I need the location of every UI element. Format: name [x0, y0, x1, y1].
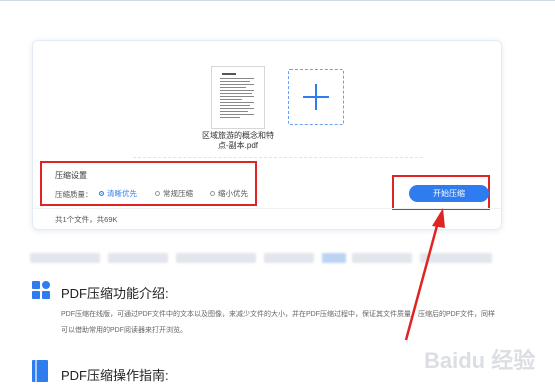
- annotation-arrow: [404, 208, 445, 341]
- watermark-logo: Baidu 经验: [424, 348, 535, 373]
- svg-text:Baidu 经验: Baidu 经验: [424, 348, 535, 373]
